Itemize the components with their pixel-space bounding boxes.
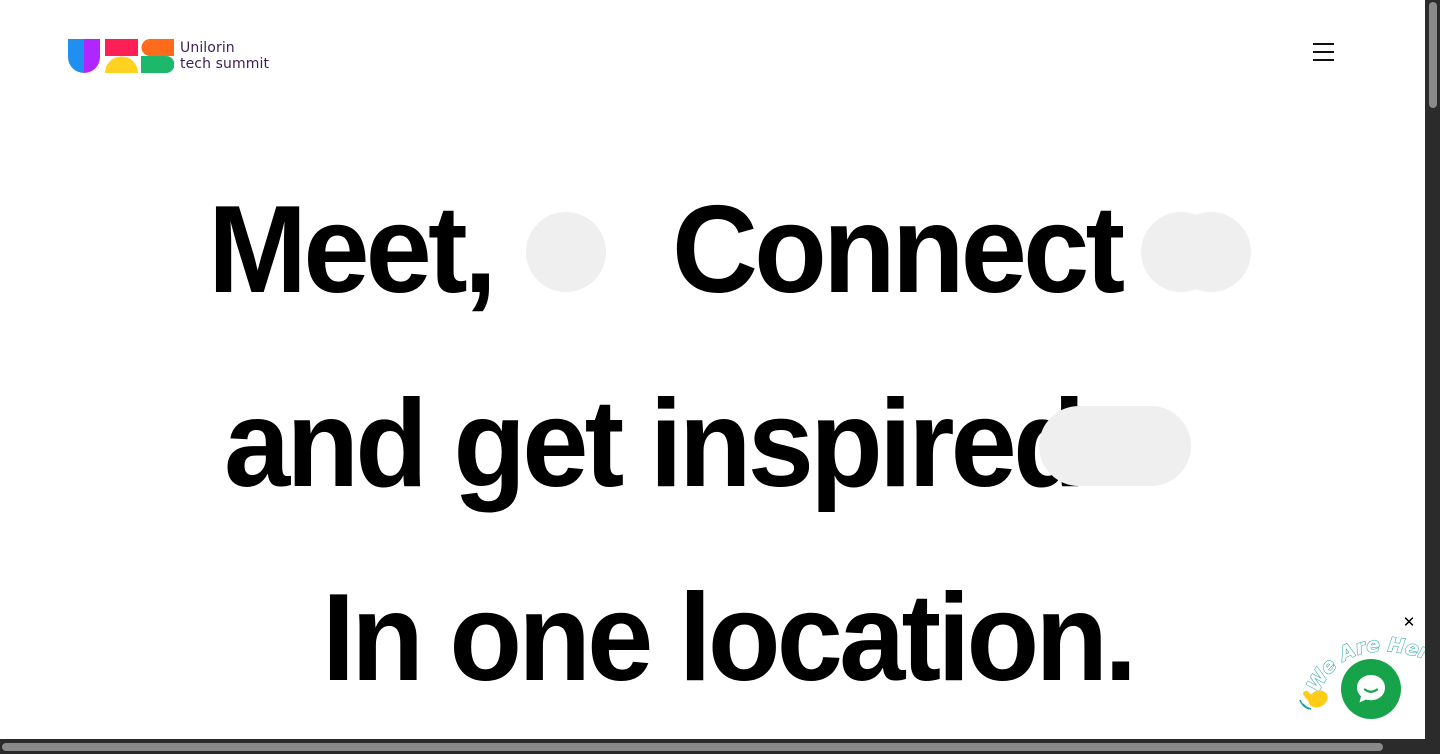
chat-widget: We Are Here! ✕ <box>1296 612 1425 722</box>
hero-line-2-text: and get inspired <box>224 375 1086 513</box>
logo-line-1: Unilorin <box>180 40 235 56</box>
decorative-circle <box>526 212 606 292</box>
hero-line-3: In one location. <box>0 569 1425 707</box>
hero-line-2: and get inspired <box>0 375 1425 513</box>
chat-bubble-icon <box>1357 675 1385 703</box>
logo-mark-icon <box>68 39 174 73</box>
horizontal-scrollbar-thumb[interactable] <box>2 743 1383 751</box>
horizontal-scrollbar[interactable] <box>0 739 1440 754</box>
logo-text: Unilorin tech summit <box>180 40 269 72</box>
hero-line-3-text: In one location. <box>322 569 1137 707</box>
hero-line-1: Meet, Connect <box>0 181 1425 319</box>
hamburger-menu-icon[interactable] <box>1310 40 1338 66</box>
hero-word-connect: Connect <box>672 181 1125 319</box>
decorative-pill <box>1039 406 1191 486</box>
logo-line-2: tech summit <box>180 56 270 72</box>
vertical-scrollbar-thumb[interactable] <box>1429 2 1437 108</box>
chat-close-button[interactable]: ✕ <box>1401 614 1417 630</box>
hero-word-meet: Meet, <box>208 181 497 319</box>
decorative-circle <box>1171 212 1251 292</box>
site-logo[interactable]: Unilorin tech summit <box>68 38 283 74</box>
vertical-scrollbar[interactable] <box>1425 0 1440 739</box>
page: Unilorin tech summit Meet, Connect and g… <box>0 0 1425 739</box>
chat-open-button[interactable] <box>1341 659 1401 719</box>
